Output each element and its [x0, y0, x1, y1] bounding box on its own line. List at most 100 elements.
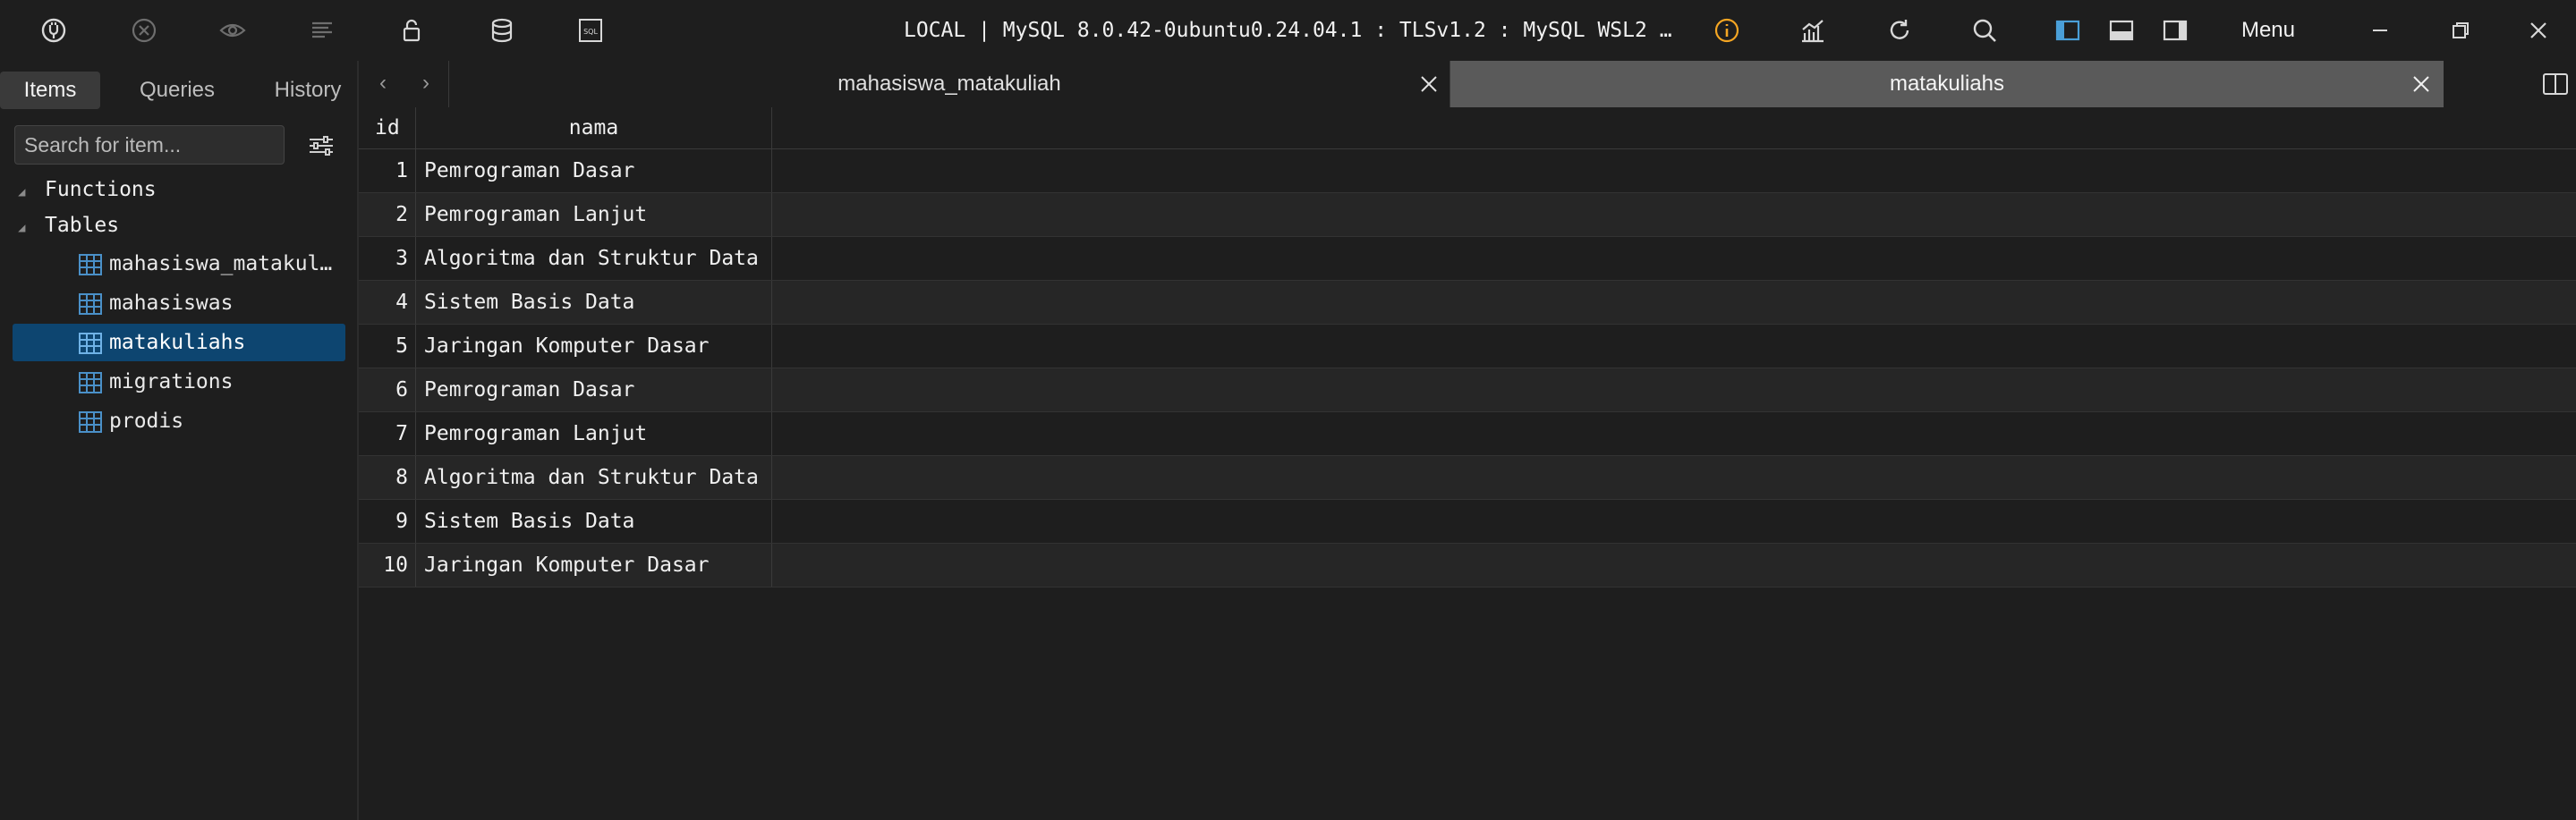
- cell-nama[interactable]: Sistem Basis Data: [416, 500, 772, 543]
- table-icon: [79, 254, 102, 275]
- layout-bottom-icon[interactable]: [2104, 13, 2139, 48]
- cell-id[interactable]: 9: [359, 500, 416, 543]
- layout-right-icon[interactable]: [2157, 13, 2193, 48]
- tree-group-functions[interactable]: ◢ Functions: [18, 173, 157, 206]
- info-icon[interactable]: [1709, 13, 1745, 48]
- empty-cell: [772, 500, 2576, 543]
- empty-cell: [772, 149, 2576, 192]
- tree-group-tables[interactable]: ◢ Tables: [18, 209, 119, 241]
- tab-queries[interactable]: Queries: [125, 72, 229, 109]
- table-row[interactable]: 3 Algoritma dan Struktur Data: [359, 237, 2576, 281]
- empty-cell: [772, 193, 2576, 236]
- table-icon: [79, 293, 102, 315]
- cell-nama[interactable]: Pemrograman Dasar: [416, 368, 772, 411]
- table-item-label: migrations: [109, 370, 234, 393]
- empty-cell: [772, 412, 2576, 455]
- chevron-left-icon[interactable]: ‹: [370, 70, 396, 97]
- table-row[interactable]: 7 Pemrograman Lanjut: [359, 412, 2576, 456]
- cell-nama[interactable]: Jaringan Komputer Dasar: [416, 325, 772, 368]
- column-header-id[interactable]: id: [359, 107, 416, 148]
- menu-button[interactable]: Menu: [2228, 13, 2308, 48]
- search-icon[interactable]: [1967, 13, 2002, 48]
- lock-icon[interactable]: [394, 13, 429, 48]
- cell-nama[interactable]: Algoritma dan Struktur Data: [416, 456, 772, 499]
- cell-id[interactable]: 8: [359, 456, 416, 499]
- layout-left-icon[interactable]: [2050, 13, 2086, 48]
- split-view-icon[interactable]: [2542, 72, 2569, 97]
- refresh-icon[interactable]: [1882, 13, 1917, 48]
- tree-group-label: Tables: [45, 214, 120, 237]
- sidebar: Items Queries History Search for item...…: [0, 61, 359, 820]
- stop-icon[interactable]: [126, 13, 162, 48]
- cell-nama[interactable]: Jaringan Komputer Dasar: [416, 544, 772, 587]
- cell-id[interactable]: 5: [359, 325, 416, 368]
- cell-id[interactable]: 6: [359, 368, 416, 411]
- tab-history[interactable]: History: [259, 72, 356, 109]
- cell-id[interactable]: 10: [359, 544, 416, 587]
- format-icon[interactable]: [304, 13, 340, 48]
- minimize-icon[interactable]: [2362, 13, 2398, 48]
- cell-id[interactable]: 4: [359, 281, 416, 324]
- tab-items[interactable]: Items: [0, 72, 100, 109]
- table-icon: [79, 372, 102, 393]
- close-tab-icon[interactable]: [2410, 72, 2433, 96]
- tab-mahasiswa-matakuliah[interactable]: mahasiswa_matakuliah: [448, 61, 1450, 107]
- table-row[interactable]: 5 Jaringan Komputer Dasar: [359, 325, 2576, 368]
- chart-icon[interactable]: [1795, 13, 1831, 48]
- table-item-migrations[interactable]: migrations: [13, 363, 345, 401]
- sidebar-tabs: Items Queries History: [0, 61, 357, 120]
- table-row[interactable]: 8 Algoritma dan Struktur Data: [359, 456, 2576, 500]
- cell-id[interactable]: 1: [359, 149, 416, 192]
- close-icon[interactable]: [2521, 13, 2556, 48]
- cell-nama[interactable]: Sistem Basis Data: [416, 281, 772, 324]
- cell-nama[interactable]: Algoritma dan Struktur Data: [416, 237, 772, 280]
- tab-label: matakuliahs: [1889, 72, 2005, 96]
- cell-id[interactable]: 2: [359, 193, 416, 236]
- close-tab-icon[interactable]: [1417, 72, 1441, 96]
- table-icon: [79, 411, 102, 433]
- filter-settings-icon[interactable]: [304, 129, 338, 163]
- table-row[interactable]: 4 Sistem Basis Data: [359, 281, 2576, 325]
- database-icon[interactable]: [484, 13, 520, 48]
- column-header-nama[interactable]: nama: [416, 107, 772, 148]
- cell-id[interactable]: 7: [359, 412, 416, 455]
- eye-icon[interactable]: [215, 13, 251, 48]
- table-item-prodis[interactable]: prodis: [13, 402, 345, 440]
- grid-header: id nama: [359, 107, 2576, 149]
- table-row[interactable]: 2 Pemrograman Lanjut: [359, 193, 2576, 237]
- empty-cell: [772, 237, 2576, 280]
- restore-icon[interactable]: [2443, 13, 2478, 48]
- tab-matakuliahs[interactable]: matakuliahs: [1450, 61, 2444, 107]
- table-item-matakuliahs[interactable]: matakuliahs: [13, 324, 345, 361]
- cell-id[interactable]: 3: [359, 237, 416, 280]
- table-row[interactable]: 9 Sistem Basis Data: [359, 500, 2576, 544]
- table-row[interactable]: 10 Jaringan Komputer Dasar: [359, 544, 2576, 588]
- cell-nama[interactable]: Pemrograman Lanjut: [416, 412, 772, 455]
- chevron-right-icon[interactable]: ›: [412, 70, 439, 97]
- empty-cell: [772, 544, 2576, 587]
- cell-nama[interactable]: Pemrograman Dasar: [416, 149, 772, 192]
- table-item-mahasiswa-matakuliah[interactable]: mahasiswa_matakul…: [13, 245, 345, 283]
- empty-cell: [772, 456, 2576, 499]
- table-icon: [79, 333, 102, 354]
- table-item-mahasiswas[interactable]: mahasiswas: [13, 284, 345, 322]
- document-tabbar: ‹ › mahasiswa_matakuliah matakuliahs: [359, 61, 2576, 108]
- connection-title: LOCAL | MySQL 8.0.42-0ubuntu0.24.04.1 : …: [904, 19, 1673, 42]
- table-row[interactable]: 1 Pemrograman Dasar: [359, 149, 2576, 193]
- sql-icon[interactable]: SQL: [573, 13, 608, 48]
- connect-icon[interactable]: [36, 13, 72, 48]
- empty-cell: [772, 281, 2576, 324]
- grid-body: 1 Pemrograman Dasar 2 Pemrograman Lanjut 3 Al…: [359, 149, 2576, 588]
- table-row[interactable]: 6 Pemrograman Dasar: [359, 368, 2576, 412]
- search-input[interactable]: Search for item...: [14, 125, 285, 165]
- table-item-label: mahasiswas: [109, 292, 234, 315]
- tab-label: mahasiswa_matakuliah: [837, 72, 1061, 96]
- data-grid: id nama 1 Pemrograman Dasar 2 Pemrograman L…: [359, 107, 2576, 588]
- cell-nama[interactable]: Pemrograman Lanjut: [416, 193, 772, 236]
- table-item-label: mahasiswa_matakul…: [109, 252, 333, 275]
- caret-icon: ◢: [18, 185, 26, 199]
- svg-text:SQL: SQL: [583, 28, 598, 36]
- empty-cell: [772, 325, 2576, 368]
- table-item-label: prodis: [109, 410, 184, 433]
- caret-icon: ◢: [18, 221, 26, 235]
